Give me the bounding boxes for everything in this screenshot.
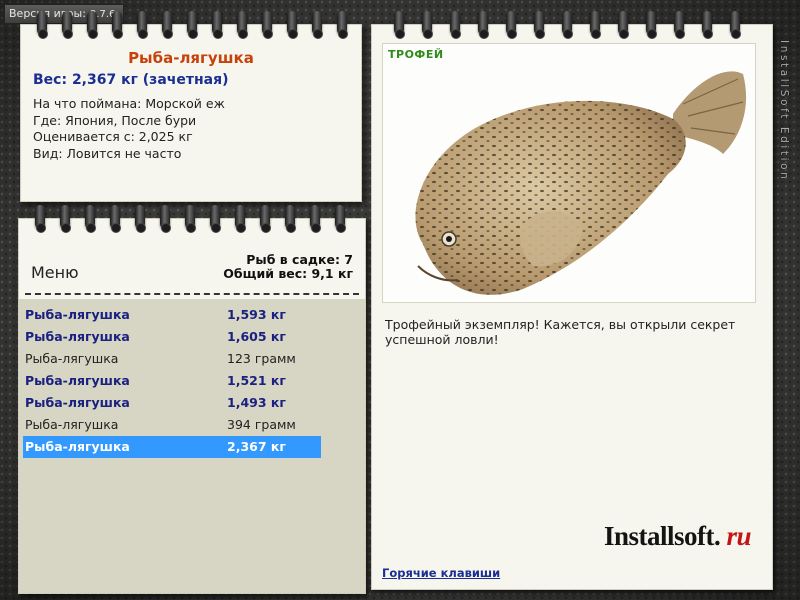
spiral-ring-icon — [85, 205, 96, 233]
spiral-ring-icon — [394, 11, 405, 39]
spiral-ring-icon — [506, 11, 517, 39]
catch-stats: Рыб в садке: 7 Общий вес: 9,1 кг — [223, 253, 353, 281]
spiral-ring-icon — [60, 205, 71, 233]
spiral-ring-icon — [534, 11, 545, 39]
divider — [25, 293, 359, 295]
trophy-tag: ТРОФЕЙ — [388, 48, 444, 61]
fish-name: Рыба-лягушка — [128, 49, 254, 67]
spiral-ring-icon — [287, 11, 298, 39]
installsoft-logo: Installsoft. ru — [604, 521, 752, 552]
fish-item-weight: 394 грамм — [227, 417, 296, 432]
fish-item-weight: 1,521 кг — [227, 373, 286, 388]
total-weight: Общий вес: 9,1 кг — [223, 266, 353, 281]
spiral-ring-icon — [312, 11, 323, 39]
spiral-ring-icon — [160, 205, 171, 233]
spiral-ring-icon — [110, 205, 121, 233]
fish-list-item[interactable]: Рыба-лягушка 394 грамм — [23, 414, 321, 436]
edition-side-text: InstallSoft Edition — [778, 40, 790, 182]
spiral-ring-icon — [212, 11, 223, 39]
fish-item-weight: 123 грамм — [227, 351, 296, 366]
spiral-ring-icon — [210, 205, 221, 233]
spiral-ring-icon — [674, 11, 685, 39]
fish-weight: Вес: 2,367 кг (зачетная) — [33, 72, 229, 88]
spiral-ring-icon — [235, 205, 246, 233]
spiral-ring-icon — [187, 11, 198, 39]
spiral-rings — [372, 11, 772, 39]
fish-item-name: Рыба-лягушка — [25, 439, 130, 454]
fish-item-name: Рыба-лягушка — [25, 373, 130, 388]
fish-item-name: Рыба-лягушка — [25, 395, 130, 410]
fish-details: На что поймана: Морской еж Где: Япония, … — [33, 96, 225, 162]
fish-list: Рыба-лягушка 1,593 кг Рыба-лягушка 1,605 кг… — [19, 299, 365, 593]
menu-card: Меню Рыб в садке: 7 Общий вес: 9,1 кг Ры… — [18, 205, 366, 594]
spiral-ring-icon — [618, 11, 629, 39]
spiral-ring-icon — [137, 11, 148, 39]
fish-description: Трофейный экземпляр! Кажется, вы открыли… — [385, 317, 736, 347]
fish-item-name: Рыба-лягушка — [25, 307, 130, 322]
spiral-ring-icon — [35, 205, 46, 233]
spiral-ring-icon — [237, 11, 248, 39]
spiral-ring-icon — [310, 205, 321, 233]
fish-list-item[interactable]: Рыба-лягушка 1,493 кг — [23, 392, 321, 414]
kind-line: Вид: Ловится не часто — [33, 145, 182, 161]
spiral-rings — [21, 11, 361, 39]
spiral-ring-icon — [422, 11, 433, 39]
spiral-ring-icon — [646, 11, 657, 39]
brand-suffix: ru — [726, 521, 752, 551]
fish-item-name: Рыба-лягушка — [25, 329, 130, 344]
spiral-ring-icon — [478, 11, 489, 39]
fish-info-card: Рыба-лягушка Вес: 2,367 кг (зачетная) На… — [20, 11, 362, 202]
spiral-ring-icon — [285, 205, 296, 233]
fish-list-item[interactable]: Рыба-лягушка 1,593 кг — [23, 304, 321, 326]
value-line: Оценивается с: 2,025 кг — [33, 129, 193, 144]
spiral-ring-icon — [37, 11, 48, 39]
spiral-ring-icon — [262, 11, 273, 39]
spiral-ring-icon — [62, 11, 73, 39]
spiral-ring-icon — [162, 11, 173, 39]
bait-line: На что поймана: Морской еж — [33, 96, 225, 111]
spiral-ring-icon — [335, 205, 346, 233]
fish-list-item[interactable]: Рыба-лягушка 1,605 кг — [23, 326, 321, 348]
spiral-ring-icon — [590, 11, 601, 39]
spiral-ring-icon — [337, 11, 348, 39]
spiral-ring-icon — [135, 205, 146, 233]
fish-count: Рыб в садке: 7 — [246, 252, 353, 267]
fish-list-item[interactable]: Рыба-лягушка 1,521 кг — [23, 370, 321, 392]
fish-item-weight: 1,605 кг — [227, 329, 286, 344]
spiral-ring-icon — [730, 11, 741, 39]
fish-item-name: Рыба-лягушка — [25, 351, 119, 366]
hotkeys-link[interactable]: Горячие клавиши — [382, 566, 500, 580]
spiral-ring-icon — [87, 11, 98, 39]
spiral-ring-icon — [562, 11, 573, 39]
location-line: Где: Япония, После бури — [33, 112, 197, 128]
fish-item-weight: 1,493 кг — [227, 395, 286, 410]
spiral-ring-icon — [185, 205, 196, 233]
spiral-rings — [19, 205, 365, 233]
brand-main: Installsoft. — [604, 521, 721, 551]
fish-photo-icon — [415, 71, 747, 295]
fish-photo: ТРОФЕЙ — [382, 43, 756, 303]
fish-item-weight: 2,367 кг — [227, 439, 286, 454]
spiral-ring-icon — [260, 205, 271, 233]
spiral-ring-icon — [112, 11, 123, 39]
fish-list-item[interactable]: Рыба-лягушка 123 грамм — [23, 348, 321, 370]
spiral-ring-icon — [450, 11, 461, 39]
fish-list-item[interactable]: Рыба-лягушка 2,367 кг — [23, 436, 321, 458]
fish-item-weight: 1,593 кг — [227, 307, 286, 322]
fish-item-name: Рыба-лягушка — [25, 417, 119, 432]
spiral-ring-icon — [702, 11, 713, 39]
trophy-page: ТРОФЕЙ Трофейный экземпляр! Кажется, вы … — [371, 11, 773, 590]
menu-title: Меню — [31, 263, 79, 282]
